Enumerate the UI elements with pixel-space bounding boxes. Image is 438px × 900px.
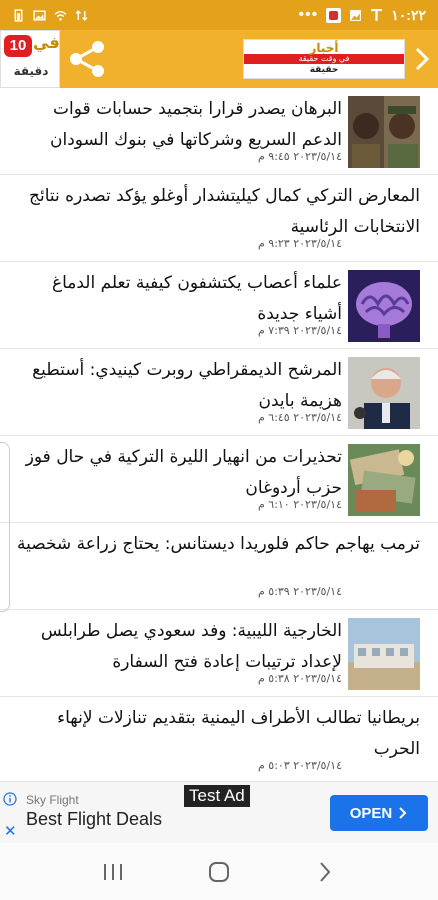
news-date: ٢٠٢٣/٥/١٤ ٦:١٠ م (257, 498, 342, 511)
wifi-icon (54, 10, 67, 21)
system-nav-bar (0, 843, 438, 900)
app-logo[interactable]: 10 في دقيقة (0, 30, 60, 88)
news-thumbnail (348, 357, 420, 429)
battery-saver-icon (14, 8, 23, 22)
overflow-dots: ••• (298, 6, 319, 23)
news-item[interactable]: البرهان يصدر قرارا بتجميد حسابات قوات ال… (0, 88, 438, 175)
ad-label: Test Ad (184, 785, 250, 807)
news-item[interactable]: المرشح الديمقراطي روبرت كينيدي: أستطيع ه… (0, 349, 438, 436)
news-title: المرشح الديمقراطي روبرت كينيدي: أستطيع ه… (32, 360, 342, 411)
banner-title: أخبار (309, 41, 339, 55)
news-title: البرهان يصدر قرارا بتجميد حسابات قوات ال… (50, 99, 342, 150)
news-title: تحذيرات من انهيار الليرة التركية في حال … (25, 447, 342, 498)
news-item[interactable]: ترمب يهاجم حاكم فلوريدا ديستانس: يحتاج ز… (0, 523, 438, 610)
news-date: ٢٠٢٣/٥/١٤ ٦:٤٥ م (257, 411, 342, 424)
news-date: ٢٠٢٣/٥/١٤ ٧:٣٩ م (257, 324, 342, 337)
news-date: ٢٠٢٣/٥/١٤ ٥:٣٩ م (257, 585, 342, 598)
app-notification-icon (326, 7, 342, 23)
ad-close-icon[interactable]: ✕ (4, 822, 17, 840)
ad-open-label: OPEN (349, 804, 393, 822)
news-date: ٢٠٢٣/٥/١٤ ٥:٠٣ م (257, 759, 342, 772)
news-date: ٢٠٢٣/٥/١٤ ٥:٣٨ م (257, 672, 342, 685)
share-icon[interactable] (64, 36, 110, 82)
ad-banner[interactable]: Test Ad ✕ Sky Flight Best Flight Deals O… (0, 781, 438, 843)
chevron-right-icon (399, 807, 407, 819)
ad-advertiser: Sky Flight (26, 793, 79, 807)
banner-tagline: في وقت حقيقة (298, 54, 350, 63)
news-title: علماء أعصاب يكتشفون كيفية تعلم الدماغ أش… (51, 273, 342, 324)
banner-subtitle: حقيقة (309, 65, 339, 75)
status-left-icons (12, 8, 88, 22)
ad-info-icon[interactable] (3, 792, 17, 806)
status-bar: ••• ١٠:٢٢ (0, 0, 438, 30)
news-thumbnail (348, 618, 420, 690)
clock: ١٠:٢٢ (391, 6, 426, 23)
scroll-edge-indicator (0, 442, 10, 612)
news-item[interactable]: تحذيرات من انهيار الليرة التركية في حال … (0, 436, 438, 523)
news-item[interactable]: بريطانيا تطالب الأطراف اليمنية بتقديم تن… (0, 697, 438, 781)
news-thumbnail (348, 270, 420, 342)
news-banner-logo[interactable]: أخبار في وقت حقيقة حقيقة (243, 39, 405, 79)
gallery-icon (33, 9, 46, 21)
news-title: بريطانيا تطالب الأطراف اليمنية بتقديم تن… (57, 708, 420, 759)
news-item[interactable]: علماء أعصاب يكتشفون كيفية تعلم الدماغ أش… (0, 262, 438, 349)
home-icon[interactable] (205, 858, 233, 886)
logo-number: 10 (4, 35, 32, 57)
logo-subtitle: دقيقة (13, 64, 49, 78)
back-icon[interactable] (311, 858, 339, 886)
news-item[interactable]: الخارجية الليبية: وفد سعودي يصل طرابلس ل… (0, 610, 438, 697)
news-title: المعارض التركي كمال كيليتشدار أوغلو يؤكد… (29, 186, 420, 237)
data-icon (75, 9, 88, 21)
news-thumbnail (348, 96, 420, 168)
news-date: ٢٠٢٣/٥/١٤ ٩:٢٣ م (257, 237, 342, 250)
news-title: ترمب يهاجم حاكم فلوريدا ديستانس: يحتاج ز… (16, 534, 420, 554)
logo-word: في (33, 33, 60, 52)
recents-icon[interactable] (99, 858, 127, 886)
image-notification-icon (350, 9, 362, 21)
text-notification-icon (371, 8, 383, 21)
news-item[interactable]: المعارض التركي كمال كيليتشدار أوغلو يؤكد… (0, 175, 438, 262)
ad-open-button[interactable]: OPEN (330, 795, 428, 831)
app-bar: 10 في دقيقة أخبار في وقت حقيقة حقيقة (0, 30, 438, 88)
news-thumbnail (348, 444, 420, 516)
chevron-right-icon[interactable] (410, 44, 434, 74)
news-date: ٢٠٢٣/٥/١٤ ٩:٤٥ م (257, 150, 342, 163)
news-feed: البرهان يصدر قرارا بتجميد حسابات قوات ال… (0, 88, 438, 781)
status-right-icons: ••• ١٠:٢٢ (298, 6, 426, 24)
news-title: الخارجية الليبية: وفد سعودي يصل طرابلس ل… (40, 621, 342, 672)
ad-title: Best Flight Deals (26, 809, 163, 829)
